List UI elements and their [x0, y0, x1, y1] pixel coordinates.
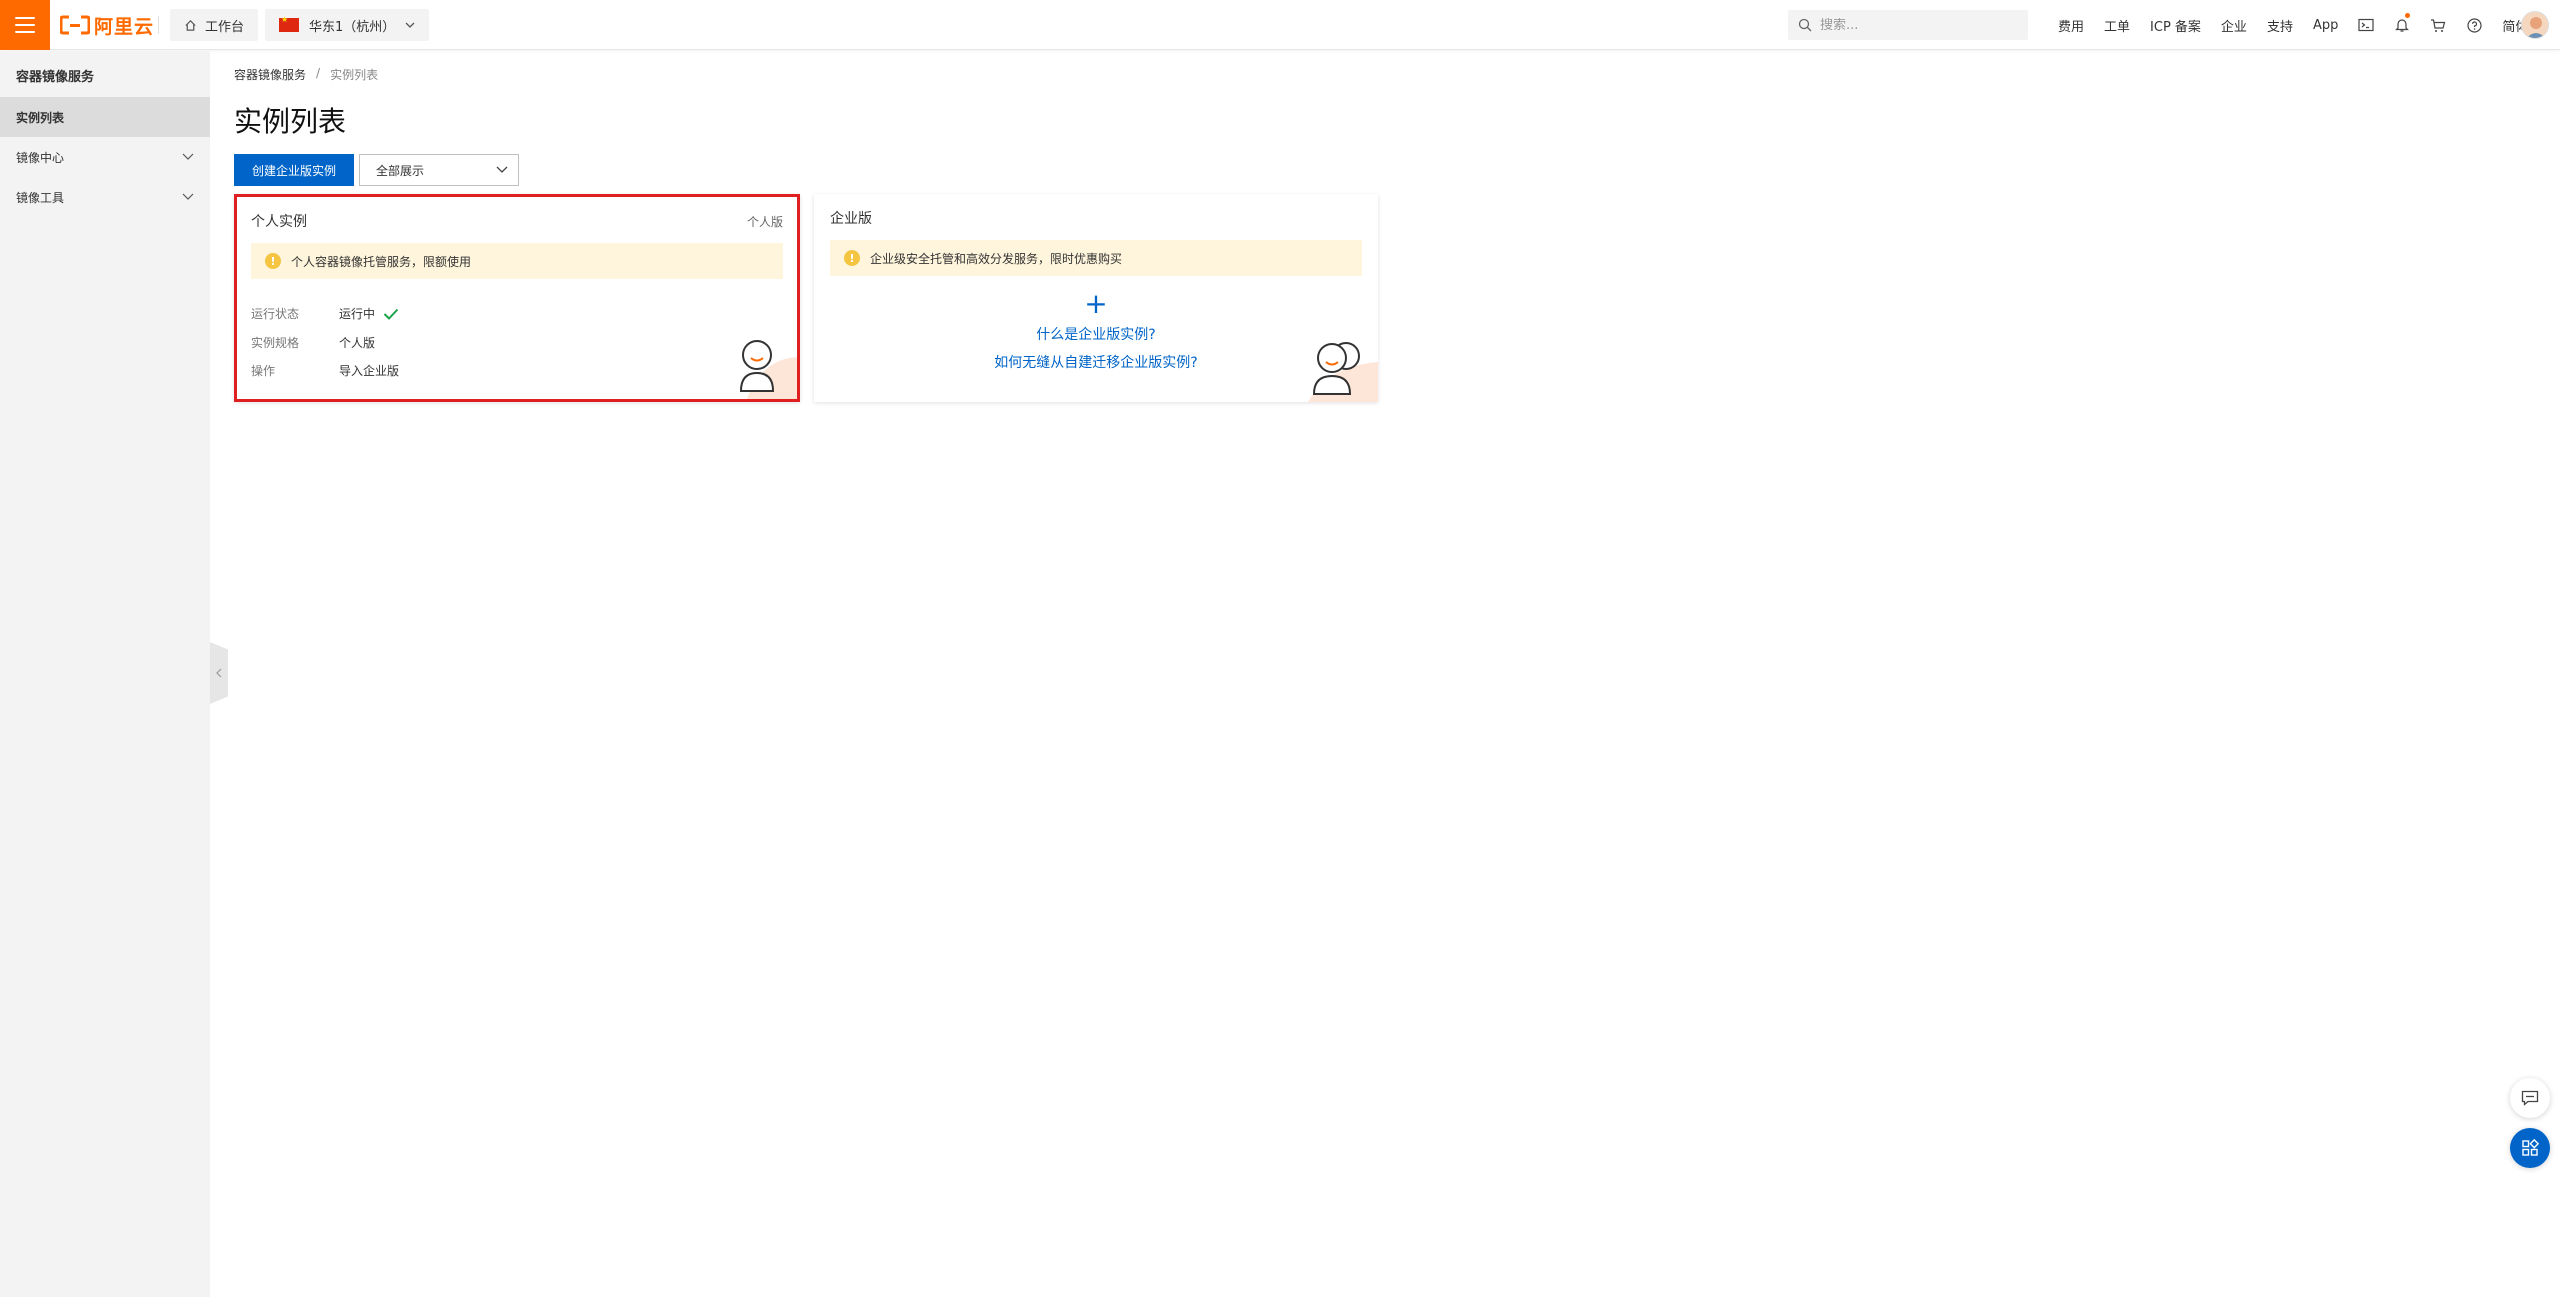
apps-button[interactable] [2510, 1128, 2550, 1168]
cart-button[interactable] [2420, 0, 2456, 50]
china-flag-icon [279, 15, 299, 32]
sidebar: 容器镜像服务 实例列表 镜像中心 镜像工具 [0, 51, 210, 1297]
hamburger-icon [15, 17, 35, 19]
breadcrumb: 容器镜像服务 / 实例列表 [234, 66, 378, 83]
status-row: 运行状态 运行中 [251, 305, 399, 322]
workbench-label: 工作台 [205, 19, 245, 35]
notification-dot [2405, 13, 2411, 18]
warning-icon: ! [265, 253, 281, 269]
card-title: 企业版 [830, 211, 872, 227]
filter-value: 全部展示 [376, 163, 425, 178]
grid-icon [2522, 1139, 2539, 1156]
notification-button[interactable] [2384, 0, 2420, 50]
personal-notice: ! 个人容器镜像托管服务，限额使用 [251, 243, 783, 279]
breadcrumb-separator: / [316, 66, 321, 80]
nav-support[interactable]: 支持 [2257, 16, 2303, 35]
bell-icon [2395, 19, 2410, 32]
nav-billing[interactable]: 费用 [2048, 16, 2094, 35]
chat-icon [2521, 1090, 2539, 1106]
enterprise-notice: ! 企业级安全托管和高效分发服务，限时优惠购买 [830, 240, 1362, 276]
top-bar: 阿里云 工作台 华东1（杭州） 费用 工单 ICP 备案 企业 支持 App [0, 0, 2560, 50]
spec-value: 个人版 [339, 336, 376, 350]
aliyun-logo-icon [60, 14, 90, 36]
spec-label: 实例规格 [251, 336, 300, 350]
spec-row: 实例规格 个人版 [251, 334, 375, 351]
nav-app[interactable]: App [2303, 18, 2348, 33]
workbench-button[interactable]: 工作台 [170, 9, 259, 41]
sidebar-collapse-handle[interactable] [210, 642, 228, 704]
edition-tag: 个人版 [746, 215, 783, 229]
import-enterprise-link[interactable]: 导入企业版 [339, 362, 399, 379]
chevron-left-icon [216, 668, 222, 678]
notice-text: 企业级安全托管和高效分发服务，限时优惠购买 [870, 251, 1123, 266]
instance-filter-select[interactable]: 全部展示 [359, 154, 519, 186]
create-enterprise-instance-button[interactable]: 创建企业版实例 [234, 154, 355, 186]
search-box[interactable] [1788, 10, 2028, 40]
page-title: 实例列表 [234, 105, 347, 138]
enterprise-instance-card[interactable]: 企业版 ! 企业级安全托管和高效分发服务，限时优惠购买 + 什么是企业版实例? … [814, 194, 1378, 402]
home-icon [185, 19, 196, 31]
warning-icon: ! [844, 250, 860, 266]
terminal-button[interactable] [2348, 0, 2384, 50]
region-selector[interactable]: 华东1（杭州） [265, 9, 430, 41]
logo-text: 阿里云 [94, 15, 155, 38]
action-row: 操作 导入企业版 [251, 362, 399, 379]
sidebar-item-label: 镜像中心 [16, 150, 65, 165]
nav-tickets[interactable]: 工单 [2094, 16, 2140, 35]
sidebar-title: 容器镜像服务 [16, 70, 95, 85]
sidebar-item-instance-list[interactable]: 实例列表 [0, 97, 210, 137]
action-label: 操作 [251, 364, 276, 378]
aliyun-logo[interactable]: 阿里云 [60, 12, 154, 38]
menu-button[interactable] [0, 0, 50, 50]
card-title: 个人实例 [251, 214, 307, 230]
help-icon [2467, 17, 2482, 33]
search-input[interactable] [1820, 17, 2010, 33]
status-value: 运行中 [339, 307, 376, 321]
personal-instance-card[interactable]: 个人实例 个人版 ! 个人容器镜像托管服务，限额使用 运行状态 运行中 实例规格… [234, 194, 800, 402]
chevron-down-icon [182, 193, 194, 200]
notice-text: 个人容器镜像托管服务，限额使用 [291, 254, 472, 269]
user-avatar[interactable] [2521, 11, 2549, 39]
group-illustration-icon [1308, 342, 1378, 402]
terminal-icon [2358, 18, 2374, 32]
search-icon [1798, 18, 1812, 32]
chevron-down-icon [405, 22, 415, 28]
sidebar-item-image-tools[interactable]: 镜像工具 [0, 177, 210, 217]
nav-icp[interactable]: ICP 备案 [2140, 16, 2211, 35]
chevron-down-icon [496, 166, 508, 173]
region-label: 华东1（杭州） [309, 19, 396, 35]
check-icon [383, 308, 399, 320]
breadcrumb-current: 实例列表 [330, 68, 379, 82]
feedback-button[interactable] [2510, 1078, 2550, 1118]
status-label: 运行状态 [251, 307, 300, 321]
cart-icon [2431, 18, 2446, 32]
help-button[interactable] [2456, 0, 2492, 50]
plus-icon[interactable]: + [814, 290, 1378, 318]
top-nav: 费用 工单 ICP 备案 企业 支持 App 简体 [2048, 0, 2538, 50]
sidebar-item-image-center[interactable]: 镜像中心 [0, 137, 210, 177]
chevron-down-icon [182, 153, 194, 160]
nav-enterprise[interactable]: 企业 [2211, 16, 2257, 35]
sidebar-item-label: 实例列表 [16, 110, 65, 125]
sidebar-item-label: 镜像工具 [16, 190, 65, 205]
breadcrumb-root[interactable]: 容器镜像服务 [234, 66, 306, 83]
person-illustration-icon [739, 340, 797, 399]
